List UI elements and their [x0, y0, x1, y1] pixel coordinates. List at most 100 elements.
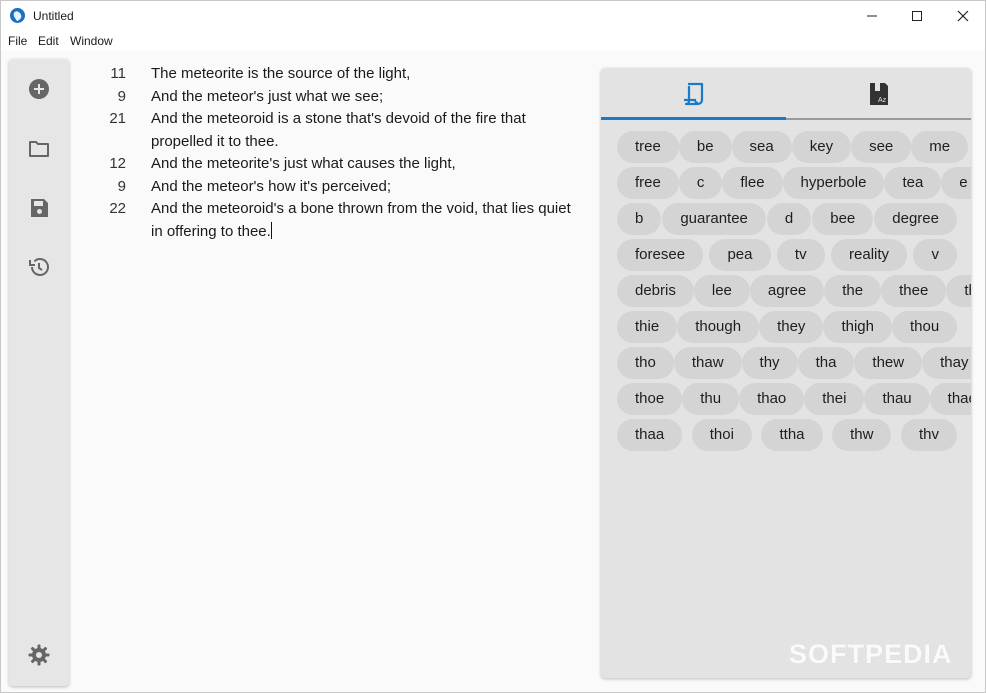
app-logo-icon — [10, 8, 25, 23]
rhyme-chip[interactable]: thee — [881, 275, 947, 307]
line-text[interactable]: And the meteorite's just what causes the… — [151, 153, 581, 176]
line-text[interactable]: The meteorite is the source of the light… — [151, 63, 581, 86]
save-icon — [31, 199, 48, 217]
rhyme-chip[interactable]: hyperbole — [782, 167, 885, 199]
folder-icon — [29, 141, 49, 157]
rhyme-row: thie though they thigh thou — [617, 311, 958, 343]
window-title: Untitled — [33, 9, 74, 23]
new-button[interactable] — [25, 75, 53, 103]
rhyme-chip[interactable]: thoe — [617, 383, 683, 415]
rhyme-chip[interactable]: thei — [804, 383, 865, 415]
maximize-button[interactable] — [894, 1, 940, 31]
rhyme-chip[interactable]: thau — [864, 383, 930, 415]
rhyme-chip[interactable]: v — [913, 239, 957, 271]
rhyme-chip[interactable]: thaw — [673, 347, 742, 379]
rhyme-chip[interactable]: flee — [722, 167, 783, 199]
tab-dictionary[interactable]: Az — [786, 68, 971, 120]
close-icon — [957, 10, 969, 22]
rhyme-chip[interactable]: thv — [900, 419, 957, 451]
menu-edit[interactable]: Edit — [38, 34, 59, 48]
sidebar — [9, 59, 69, 686]
rhyme-chip[interactable]: though — [677, 311, 760, 343]
rhyme-chip[interactable]: sea — [731, 131, 792, 163]
line-text[interactable]: And the meteor's just what we see; — [151, 86, 581, 109]
tab-rhymes[interactable] — [601, 68, 786, 120]
dictionary-icon: Az — [869, 83, 888, 105]
rhyme-chip[interactable]: they — [759, 311, 824, 343]
rhyme-chip[interactable]: tho — [617, 347, 674, 379]
rhyme-chip[interactable]: thew — [854, 347, 923, 379]
rhyme-chip[interactable]: thw — [832, 419, 892, 451]
syllable-count: 21 — [109, 110, 126, 127]
watermark-text: SOFTPEDIA — [789, 639, 953, 669]
gear-icon — [28, 644, 50, 666]
rhyme-chip[interactable]: d — [766, 203, 812, 235]
rhyme-chip[interactable]: bee — [812, 203, 874, 235]
panel-tabs: Az — [601, 68, 971, 120]
line-text[interactable]: And the meteoroid's a bone thrown from t… — [151, 198, 581, 243]
rhyme-chip[interactable]: tha — [797, 347, 855, 379]
minimize-icon — [867, 15, 877, 17]
line-text[interactable]: And the meteor's how it's perceived; — [151, 176, 581, 199]
rhyme-chip[interactable]: degree — [874, 203, 957, 235]
minimize-button[interactable] — [849, 1, 895, 31]
rhyme-chip[interactable]: guarantee — [662, 203, 766, 235]
menu-file[interactable]: File — [8, 34, 27, 48]
rhyme-row: tree be sea key see me — [617, 131, 969, 163]
menu-window[interactable]: Window — [70, 34, 113, 48]
rhyme-chip[interactable]: tv — [776, 239, 825, 271]
rhyme-chip[interactable]: e — [941, 167, 971, 199]
close-button[interactable] — [940, 1, 986, 31]
rhyme-chip[interactable]: ttha — [761, 419, 823, 451]
syllable-count: 22 — [109, 200, 126, 217]
save-button[interactable] — [25, 194, 53, 222]
rhyme-word-list: tree be sea key see me free c flee hyperbole tea e b… — [617, 131, 971, 455]
rhyme-chip[interactable]: lee — [693, 275, 750, 307]
rhyme-chip[interactable]: agree — [749, 275, 825, 307]
rhyme-chip[interactable]: pea — [709, 239, 771, 271]
rhyme-chip[interactable]: c — [678, 167, 723, 199]
rhyme-chip[interactable]: tree — [617, 131, 679, 163]
title-bar: Untitled — [1, 1, 985, 31]
syllable-count: 9 — [117, 177, 126, 195]
rhyme-chip[interactable]: tea — [884, 167, 942, 199]
poem-editor[interactable]: 11 The meteorite is the source of the li… — [81, 61, 591, 681]
rhyme-row: thaa thoi ttha thw thv — [617, 419, 957, 451]
syllable-count: 11 — [110, 65, 126, 82]
syllable-count: 9 — [117, 87, 126, 105]
rhyme-row: free c flee hyperbole tea e — [617, 167, 971, 199]
syllable-count: 12 — [109, 155, 126, 172]
rhyme-chip[interactable]: thay — [922, 347, 971, 379]
maximize-icon — [912, 11, 922, 21]
rhyme-chip[interactable]: thigh — [823, 311, 892, 343]
rhyme-chip[interactable]: thie — [617, 311, 678, 343]
rhyme-chip[interactable]: thaa — [617, 419, 683, 451]
rhyme-chip[interactable]: be — [678, 131, 732, 163]
rhyme-chip[interactable]: thou — [891, 311, 958, 343]
rhyme-chip[interactable]: b — [617, 203, 662, 235]
settings-button[interactable] — [25, 641, 53, 669]
add-icon — [29, 79, 49, 99]
rhyme-chip[interactable]: free — [617, 167, 679, 199]
text-cursor — [270, 221, 272, 239]
word-panel: Az tree be sea key see me free c flee hyperbole te… — [601, 68, 971, 678]
rhyme-chip[interactable]: see — [851, 131, 912, 163]
rhyme-chip[interactable]: foresee — [617, 239, 704, 271]
rhyme-chip[interactable]: reality — [831, 239, 908, 271]
line-text[interactable]: And the meteoroid is a stone that's devo… — [151, 108, 581, 153]
svg-text:Az: Az — [878, 97, 887, 104]
rhyme-chip[interactable]: thu — [682, 383, 740, 415]
history-button[interactable] — [25, 253, 53, 281]
history-icon — [29, 258, 49, 276]
rhyme-chip[interactable]: thy — [741, 347, 798, 379]
rhyme-chip[interactable]: thao — [739, 383, 805, 415]
rhyme-chip[interactable]: thae — [929, 383, 971, 415]
rhyme-chip[interactable]: thi — [946, 275, 971, 307]
rhyme-chip[interactable]: thoi — [691, 419, 752, 451]
open-button[interactable] — [25, 135, 53, 163]
rhyme-chip[interactable]: key — [791, 131, 852, 163]
rhyme-row: b guarantee d bee degree — [617, 203, 957, 235]
rhyme-chip[interactable]: the — [824, 275, 882, 307]
rhyme-chip[interactable]: debris — [617, 275, 694, 307]
rhyme-chip[interactable]: me — [911, 131, 969, 163]
